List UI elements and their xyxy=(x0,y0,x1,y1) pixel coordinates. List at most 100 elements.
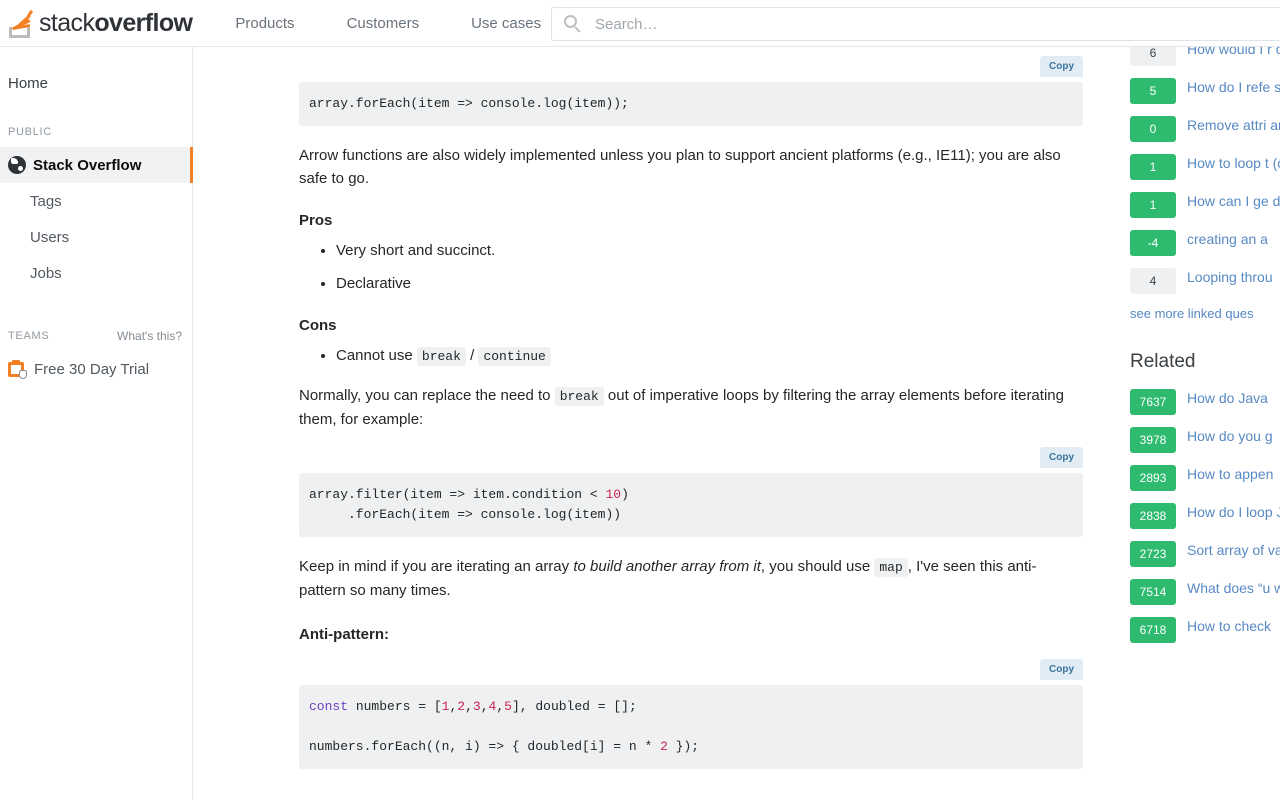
paragraph-arrow-functions: Arrow functions are also widely implemen… xyxy=(299,144,1065,190)
copy-button[interactable]: Copy xyxy=(1040,56,1083,77)
question-link[interactable]: How can I ge during map f xyxy=(1187,192,1280,211)
vote-badge: 1 xyxy=(1130,154,1176,180)
sidebar-item-label: Jobs xyxy=(30,265,62,282)
list-item[interactable]: -4 creating an a xyxy=(1130,230,1280,256)
whats-this-link[interactable]: What's this? xyxy=(117,329,182,343)
stack-overflow-icon xyxy=(8,8,34,38)
answer-body: Copy array.forEach(item => console.log(i… xyxy=(194,82,1130,769)
question-link[interactable]: creating an a xyxy=(1187,230,1280,249)
inline-code-break: break xyxy=(417,347,466,366)
vote-badge: 5 xyxy=(1130,78,1176,104)
list-item-text: Cannot use xyxy=(336,347,413,364)
code-block-1-wrapper: Copy array.forEach(item => console.log(i… xyxy=(299,82,1083,126)
question-link[interactable]: What does “u what is the re xyxy=(1187,579,1280,598)
code-text: array.filter(item => item.condition < xyxy=(309,487,605,502)
paragraph-text: Arrow functions are also widely implemen… xyxy=(299,147,1061,187)
vote-badge: 2723 xyxy=(1130,541,1176,567)
list-item[interactable]: 4 Looping throu xyxy=(1130,268,1280,294)
heading-anti-pattern: Anti-pattern: xyxy=(299,626,1130,643)
question-link[interactable]: How to loop t (constants) i xyxy=(1187,154,1280,173)
list-item[interactable]: 7514 What does “u what is the re xyxy=(1130,579,1280,605)
see-more-linked-questions-link[interactable]: see more linked ques xyxy=(1130,306,1280,321)
list-item[interactable]: 5 How do I refe strings? xyxy=(1130,78,1280,104)
sidebar-item-users[interactable]: Users xyxy=(0,219,192,255)
code-block-2-wrapper: Copy array.filter(item => item.condition… xyxy=(299,473,1083,537)
question-link[interactable]: Sort array of value xyxy=(1187,541,1280,560)
left-sidebar: Home PUBLIC Stack Overflow Tags Users Jo… xyxy=(0,47,193,800)
inline-code-map: map xyxy=(874,558,907,577)
question-link[interactable]: How to appen xyxy=(1187,465,1280,484)
related-heading: Related xyxy=(1130,351,1280,373)
stack-overflow-logo[interactable]: stackoverflow xyxy=(0,0,202,47)
question-link[interactable]: How do Java xyxy=(1187,389,1280,408)
globe-icon xyxy=(8,156,26,174)
copy-button[interactable]: Copy xyxy=(1040,659,1083,680)
nav-link-products[interactable]: Products xyxy=(218,0,311,47)
code-number: 3 xyxy=(473,699,481,714)
linked-questions-list: 6 How would I r objects and p 5 How do I… xyxy=(1130,40,1280,321)
code-text: , xyxy=(481,699,489,714)
code-text: ], doubled = []; xyxy=(512,699,637,714)
code-text: }); xyxy=(668,739,699,754)
question-link[interactable]: How do I refe strings? xyxy=(1187,78,1280,97)
vote-badge: -4 xyxy=(1130,230,1176,256)
question-link[interactable]: How do I loop JavaScript ob xyxy=(1187,503,1280,522)
nav-link-use-cases[interactable]: Use cases xyxy=(454,0,558,47)
nav-link-customers[interactable]: Customers xyxy=(330,0,437,47)
search-input[interactable] xyxy=(593,15,1153,34)
sidebar-item-label: Stack Overflow xyxy=(33,157,141,174)
list-item[interactable]: 3978 How do you g xyxy=(1130,427,1280,453)
list-item[interactable]: 6718 How to check xyxy=(1130,617,1280,643)
list-item[interactable]: 2838 How do I loop JavaScript ob xyxy=(1130,503,1280,529)
list-item[interactable]: 0 Remove attri array xyxy=(1130,116,1280,142)
code-text: , xyxy=(496,699,504,714)
list-item[interactable]: 2893 How to appen xyxy=(1130,465,1280,491)
question-link[interactable]: How do you g xyxy=(1187,427,1280,446)
vote-badge: 6718 xyxy=(1130,617,1176,643)
briefcase-icon xyxy=(8,360,27,379)
paragraph-text: Keep in mind if you are iterating an arr… xyxy=(299,558,569,575)
sidebar-item-jobs[interactable]: Jobs xyxy=(0,255,192,291)
code-text: array.forEach(item => console.log(item))… xyxy=(309,96,629,111)
separator-text: / xyxy=(470,347,474,364)
sidebar-item-label: Tags xyxy=(30,193,62,210)
related-questions-list: 7637 How do Java 3978 How do you g 2893 … xyxy=(1130,389,1280,643)
list-item[interactable]: 1 How to loop t (constants) i xyxy=(1130,154,1280,180)
search-bar[interactable] xyxy=(551,7,1280,41)
code-block-foreach: array.forEach(item => console.log(item))… xyxy=(299,82,1083,126)
emphasis-text: to build another array from it xyxy=(573,558,761,575)
paragraph-keep-in-mind: Keep in mind if you are iterating an arr… xyxy=(299,555,1065,602)
question-link[interactable]: How to check xyxy=(1187,617,1280,636)
question-link[interactable]: Remove attri array xyxy=(1187,116,1280,135)
code-block-3-wrapper: Copy const numbers = [1,2,3,4,5], double… xyxy=(299,685,1083,769)
code-number: 5 xyxy=(504,699,512,714)
sidebar-item-label: Users xyxy=(30,229,69,246)
list-item[interactable]: 2723 Sort array of value xyxy=(1130,541,1280,567)
vote-badge: 4 xyxy=(1130,268,1176,294)
cons-list: Cannot use break / continue xyxy=(299,344,1130,368)
search-icon xyxy=(564,15,582,33)
question-link[interactable]: Looping throu xyxy=(1187,268,1280,287)
list-item: Declarative xyxy=(336,272,1130,295)
heading-pros: Pros xyxy=(299,212,1130,229)
sidebar-item-label: Free 30 Day Trial xyxy=(34,361,149,378)
code-number: 2 xyxy=(457,699,465,714)
copy-button[interactable]: Copy xyxy=(1040,447,1083,468)
sidebar-item-tags[interactable]: Tags xyxy=(0,183,192,219)
sidebar-item-home[interactable]: Home xyxy=(0,65,192,101)
list-item[interactable]: 7637 How do Java xyxy=(1130,389,1280,415)
code-block-filter: array.filter(item => item.condition < 10… xyxy=(299,473,1083,537)
right-sidebar: 6 How would I r objects and p 5 How do I… xyxy=(1130,40,1280,800)
code-text: numbers.forEach((n, i) => { doubled[i] =… xyxy=(309,739,660,754)
sidebar-item-free-trial[interactable]: Free 30 Day Trial xyxy=(0,351,192,387)
logo-stack-text: stack xyxy=(39,9,94,37)
list-item-text: Declarative xyxy=(336,275,411,292)
sidebar-section-public: PUBLIC xyxy=(0,121,192,143)
vote-badge: 2838 xyxy=(1130,503,1176,529)
list-item[interactable]: 1 How can I ge during map f xyxy=(1130,192,1280,218)
logo-overflow-text: overflow xyxy=(94,9,192,37)
sidebar-item-stack-overflow[interactable]: Stack Overflow xyxy=(0,147,193,183)
paragraph-normally: Normally, you can replace the need to br… xyxy=(299,384,1065,431)
sidebar-section-teams: TEAMS What's this? xyxy=(0,325,192,347)
list-item: Cannot use break / continue xyxy=(336,344,1130,368)
